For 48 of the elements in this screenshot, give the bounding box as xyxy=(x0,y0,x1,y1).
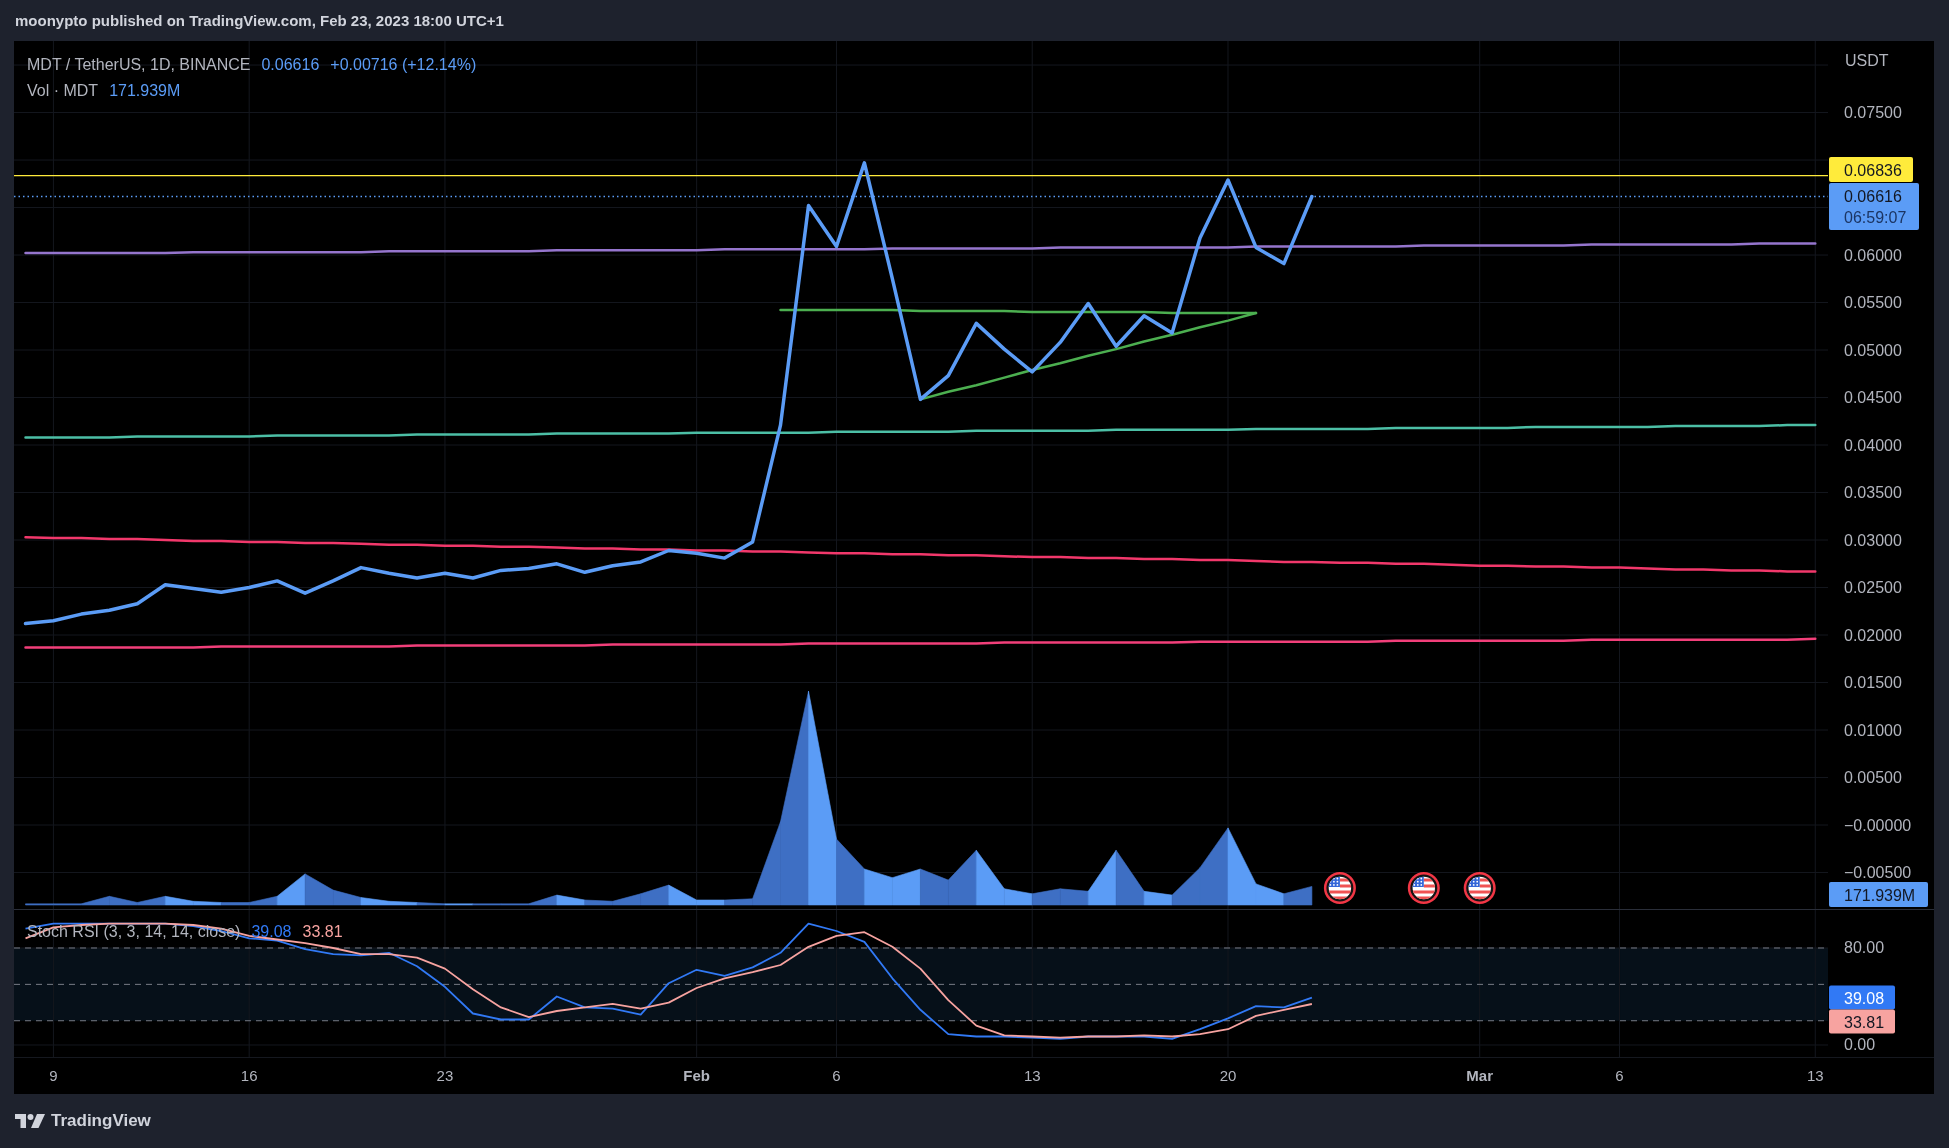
price-axis-label: 0.06000 xyxy=(1844,246,1902,264)
price-axis-label: 0.04500 xyxy=(1844,389,1902,407)
price-axis-label: −0.00000 xyxy=(1844,816,1912,834)
time-axis-label: 23 xyxy=(436,1066,454,1084)
price-level-tag: 0.06836 xyxy=(1829,157,1913,182)
time-axis-label: 6 xyxy=(1615,1066,1624,1084)
time-axis-label: 6 xyxy=(832,1066,841,1084)
indicator-axis-label: 80.00 xyxy=(1844,939,1885,957)
countdown-timer: 06:59:07 xyxy=(1844,209,1907,226)
time-axis-label: 13 xyxy=(1806,1066,1824,1084)
axis-unit-label: USDT xyxy=(1845,51,1889,69)
time-axis-label: Mar xyxy=(1466,1066,1494,1084)
last-price-value: 0.06616 xyxy=(1844,188,1902,205)
indicator-value-text: 39.08 xyxy=(251,922,292,942)
volume-value-tag: 171.939M xyxy=(1829,882,1928,907)
time-axis-label: 9 xyxy=(49,1066,58,1084)
us-flag-icon[interactable] xyxy=(1463,872,1496,904)
time-axis-label: 16 xyxy=(240,1066,258,1084)
price-axis-label: 0.03500 xyxy=(1844,484,1902,502)
us-flag-icon[interactable] xyxy=(1323,872,1356,904)
logo-icon xyxy=(15,1114,45,1128)
price-axis-label: 0.00500 xyxy=(1844,769,1902,786)
price-axis-label: 0.03000 xyxy=(1844,531,1902,549)
volume-value-text: 171.939M xyxy=(109,81,181,101)
price-axis-label: 0.05000 xyxy=(1844,341,1902,359)
price-axis-label: 0.05500 xyxy=(1844,294,1902,312)
time-axis-label: Feb xyxy=(683,1066,710,1084)
price-axis-label: 0.02000 xyxy=(1844,626,1902,644)
price-change-text: +0.00716 (+12.14%) xyxy=(330,55,477,75)
brand-name: TradingView xyxy=(51,1111,151,1131)
publication-info: moonypto published on TradingView.com, Feb 23, 2023 18:00 UTC+1 xyxy=(15,12,504,29)
us-flag-icon[interactable] xyxy=(1407,872,1440,904)
price-axis-label: 0.04000 xyxy=(1844,436,1902,454)
last-price-text: 0.06616 xyxy=(261,55,320,75)
ref-line-label: 0.06836 xyxy=(1844,161,1902,179)
indicator-axis-label: 0.00 xyxy=(1844,1036,1876,1054)
price-axis-label: 0.07500 xyxy=(1844,104,1902,122)
price-axis-label: 0.01000 xyxy=(1844,721,1902,739)
volume-title: Vol · MDT xyxy=(27,81,99,101)
indicator-value-tag: 33.81 xyxy=(1829,1009,1895,1034)
indicator-value-tag: 39.08 xyxy=(1829,985,1895,1010)
indicator-value-text: 33.81 xyxy=(302,922,343,942)
price-axis-label: 0.01500 xyxy=(1844,674,1902,691)
time-axis-label: 13 xyxy=(1023,1066,1041,1084)
symbol-title: MDT / TetherUS, 1D, BINANCE xyxy=(27,55,251,75)
price-axis-label: −0.00500 xyxy=(1844,864,1912,881)
time-axis-label: 20 xyxy=(1219,1066,1237,1084)
price-axis-label: 0.02500 xyxy=(1844,579,1902,597)
